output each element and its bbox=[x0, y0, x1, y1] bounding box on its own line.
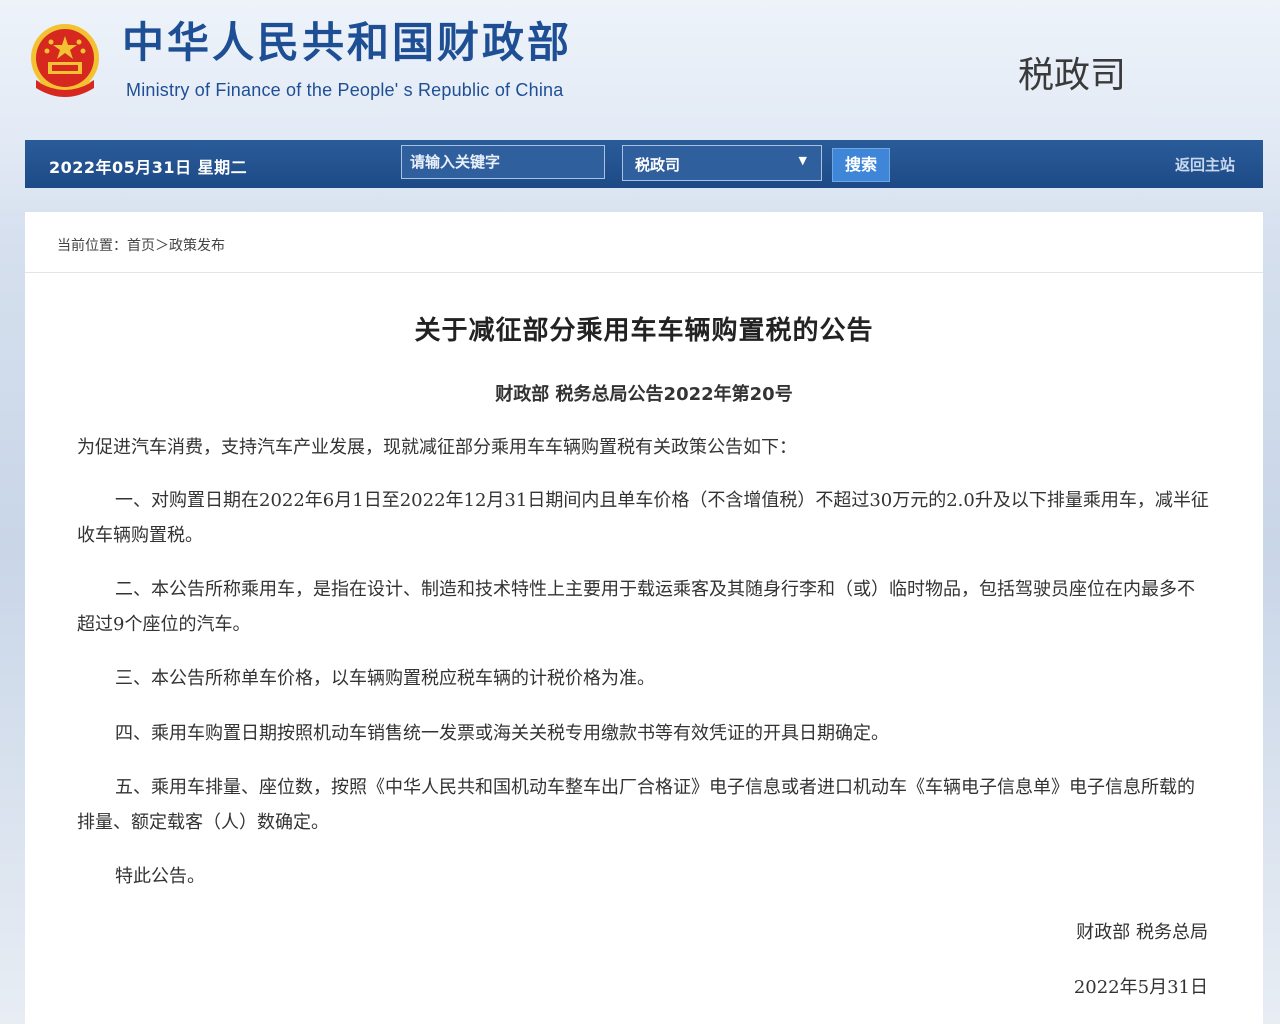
article-intro: 为促进汽车消费，支持汽车产业发展，现就减征部分乘用车车辆购置税有关政策公告如下： bbox=[77, 437, 797, 458]
article-card: 当前位置：首页＞政策发布 关于减征部分乘用车车辆购置税的公告 财政部 税务总局公… bbox=[25, 212, 1263, 1024]
department-select-value: 税政司 bbox=[635, 156, 681, 174]
site-title[interactable]: 中华人民共和国财政部 bbox=[122, 22, 572, 64]
caret-down-icon: ▼ bbox=[798, 154, 807, 167]
breadcrumb-divider bbox=[25, 272, 1263, 273]
search-button[interactable]: 搜索 bbox=[832, 148, 890, 182]
search-input[interactable] bbox=[401, 145, 605, 179]
department-select[interactable]: 税政司 ▼ bbox=[622, 145, 822, 181]
site-subtitle: Ministry of Finance of the People' s Rep… bbox=[126, 80, 564, 100]
article-item-5: 五、乘用车排量、座位数，按照《中华人民共和国机动车整车出厂合格证》电子信息或者进… bbox=[77, 777, 1195, 833]
national-emblem-icon[interactable] bbox=[26, 20, 104, 102]
sign-date: 2022年5月31日 bbox=[1073, 977, 1208, 998]
article-item-3: 三、本公告所称单车价格，以车辆购置税应税车辆的计税价格为准。 bbox=[115, 668, 655, 689]
article-item-4: 四、乘用车购置日期按照机动车销售统一发票或海关关税专用缴款书等有效凭证的开具日期… bbox=[115, 723, 889, 744]
article-item-1: 一、对购置日期在2022年6月1日至2022年12月31日期间内且单车价格（不含… bbox=[77, 490, 1209, 546]
side-background-left bbox=[0, 230, 25, 1024]
current-date: 2022年05月31日 星期二 bbox=[49, 158, 248, 177]
signature: 财政部 税务总局 bbox=[1076, 922, 1208, 943]
article-closing: 特此公告。 bbox=[115, 866, 205, 887]
document-number: 财政部 税务总局公告2022年第20号 bbox=[495, 384, 793, 405]
article-item-2: 二、本公告所称乘用车，是指在设计、制造和技术特性上主要用于载运乘客及其随身行李和… bbox=[77, 579, 1195, 635]
department-name: 税政司 bbox=[1018, 55, 1127, 96]
breadcrumb[interactable]: 当前位置：首页＞政策发布 bbox=[57, 235, 225, 255]
article-title: 关于减征部分乘用车车辆购置税的公告 bbox=[414, 316, 874, 346]
return-home-link[interactable]: 返回主站 bbox=[1175, 154, 1235, 175]
navigation-bar: 2022年05月31日 星期二 税政司 ▼ 搜索 返回主站 bbox=[25, 140, 1263, 188]
